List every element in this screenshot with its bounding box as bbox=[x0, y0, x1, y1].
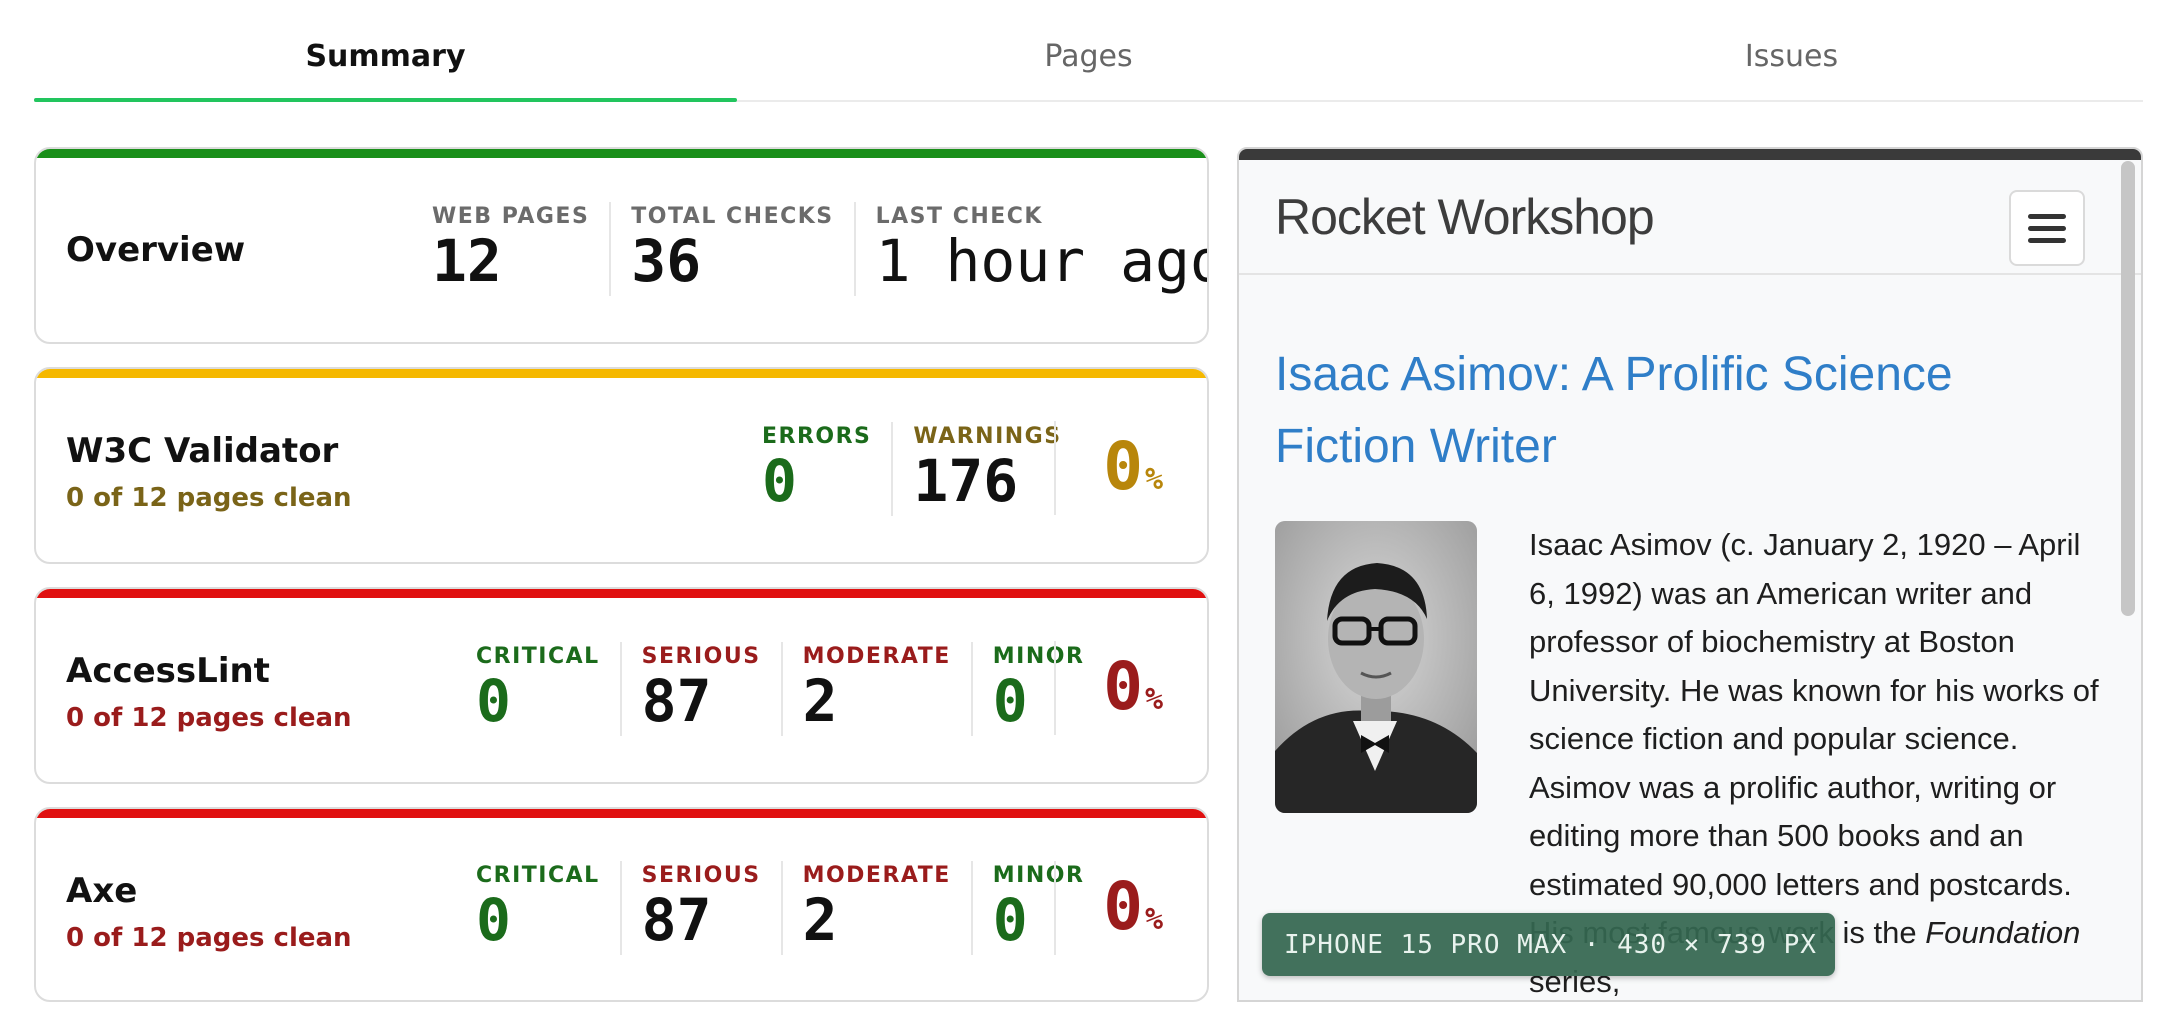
stat-label: SERIOUS bbox=[641, 863, 761, 888]
stat-value: 0 bbox=[992, 886, 1028, 954]
site-header: Rocket Workshop bbox=[1239, 160, 2141, 275]
w3c-subtitle: 0 of 12 pages clean bbox=[66, 483, 352, 513]
divider bbox=[1054, 641, 1056, 735]
stat-label: MODERATE bbox=[802, 644, 951, 669]
stat-value: 0 bbox=[762, 447, 797, 515]
stat-label: LAST CHECK bbox=[875, 204, 1043, 229]
overview-stats: WEB PAGES 12 TOTAL CHECKS 36 LAST CHECK … bbox=[412, 155, 1209, 342]
divider bbox=[1054, 861, 1056, 955]
stat-serious: SERIOUS 87 bbox=[622, 641, 783, 736]
stat-label: TOTAL CHECKS bbox=[631, 204, 834, 229]
stat-label: CRITICAL bbox=[476, 644, 600, 669]
hamburger-menu-icon[interactable] bbox=[2009, 190, 2085, 266]
axe-title: Axe bbox=[66, 871, 138, 911]
percent-symbol: % bbox=[1144, 682, 1163, 717]
stat-minor: MINOR 0 bbox=[973, 861, 1105, 955]
stat-total-checks: TOTAL CHECKS 36 bbox=[611, 201, 856, 296]
stat-value: 36 bbox=[631, 227, 702, 295]
article-title[interactable]: Isaac Asimov: A Prolific Science Fiction… bbox=[1275, 339, 2035, 483]
preview-scrollbar[interactable] bbox=[2121, 161, 2135, 616]
w3c-percent: 0% bbox=[1103, 428, 1163, 505]
author-portrait bbox=[1275, 521, 1477, 813]
stat-value: 2 bbox=[802, 667, 838, 735]
tab-pages[interactable]: Pages bbox=[737, 20, 1440, 100]
stat-moderate: MODERATE 2 bbox=[783, 641, 973, 736]
divider bbox=[1054, 421, 1056, 515]
accesslint-card[interactable]: AccessLint 0 of 12 pages clean CRITICAL … bbox=[34, 587, 1209, 784]
stat-minor: MINOR 0 bbox=[973, 642, 1105, 736]
stat-value: 0 bbox=[992, 667, 1028, 735]
axe-subtitle: 0 of 12 pages clean bbox=[66, 923, 352, 953]
w3c-stats: ERRORS 0 WARNINGS 176 bbox=[742, 375, 1082, 562]
percent-symbol: % bbox=[1144, 902, 1163, 937]
stat-label: WEB PAGES bbox=[432, 204, 590, 229]
stat-label: ERRORS bbox=[762, 424, 872, 449]
tab-issues[interactable]: Issues bbox=[1440, 20, 2143, 100]
stat-label: WARNINGS bbox=[913, 424, 1062, 449]
stat-critical: CRITICAL 0 bbox=[456, 860, 622, 955]
stat-label: CRITICAL bbox=[476, 863, 600, 888]
device-preview[interactable]: Rocket Workshop Isaac Asimov: A Prolific… bbox=[1237, 147, 2143, 1002]
stat-web-pages: WEB PAGES 12 bbox=[412, 201, 612, 296]
percent-value: 0 bbox=[1103, 428, 1143, 505]
stat-value: 176 bbox=[913, 447, 1019, 515]
tab-summary[interactable]: Summary bbox=[34, 20, 737, 102]
stat-value: 2 bbox=[802, 886, 838, 954]
site-brand[interactable]: Rocket Workshop bbox=[1275, 188, 1655, 246]
stat-label: SERIOUS bbox=[641, 644, 761, 669]
device-size-badge: IPHONE 15 PRO MAX · 430 × 739 PX bbox=[1262, 913, 1835, 976]
stat-value: 0 bbox=[476, 667, 511, 735]
percent-value: 0 bbox=[1103, 868, 1143, 945]
article-body-italic: Foundation bbox=[1925, 915, 2081, 950]
stat-moderate: MODERATE 2 bbox=[783, 860, 973, 955]
overview-title: Overview bbox=[66, 230, 246, 270]
axe-stats: CRITICAL 0 SERIOUS 87 MODERATE 2 MINOR 0 bbox=[456, 815, 1104, 1000]
stat-critical: CRITICAL 0 bbox=[456, 641, 622, 736]
accesslint-percent: 0% bbox=[1103, 648, 1163, 725]
stat-last-check: LAST CHECK 1 hour ago bbox=[856, 202, 1209, 296]
w3c-validator-card[interactable]: W3C Validator 0 of 12 pages clean ERRORS… bbox=[34, 367, 1209, 564]
article-body-text: Isaac Asimov (c. January 2, 1920 – April… bbox=[1529, 527, 2099, 950]
axe-percent: 0% bbox=[1103, 868, 1163, 945]
stat-value: 12 bbox=[432, 227, 502, 295]
preview-top-bar bbox=[1239, 149, 2141, 160]
accesslint-title: AccessLint bbox=[66, 651, 270, 691]
percent-symbol: % bbox=[1144, 462, 1163, 497]
stat-value: 87 bbox=[641, 667, 712, 735]
stat-label: MINOR bbox=[992, 863, 1085, 888]
accesslint-subtitle: 0 of 12 pages clean bbox=[66, 703, 352, 733]
stat-value: 1 hour ago bbox=[875, 227, 1209, 295]
axe-card[interactable]: Axe 0 of 12 pages clean CRITICAL 0 SERIO… bbox=[34, 807, 1209, 1002]
stat-errors: ERRORS 0 bbox=[742, 421, 894, 516]
stat-value: 87 bbox=[641, 886, 712, 954]
stat-label: MODERATE bbox=[802, 863, 951, 888]
tab-bar: Summary Pages Issues bbox=[34, 20, 2143, 102]
accesslint-stats: CRITICAL 0 SERIOUS 87 MODERATE 2 MINOR 0 bbox=[456, 595, 1104, 782]
percent-value: 0 bbox=[1103, 648, 1143, 725]
w3c-title: W3C Validator bbox=[66, 431, 339, 471]
stat-value: 0 bbox=[476, 886, 511, 954]
stat-serious: SERIOUS 87 bbox=[622, 860, 783, 955]
overview-card: Overview WEB PAGES 12 TOTAL CHECKS 36 LA… bbox=[34, 147, 1209, 344]
stat-label: MINOR bbox=[992, 644, 1085, 669]
